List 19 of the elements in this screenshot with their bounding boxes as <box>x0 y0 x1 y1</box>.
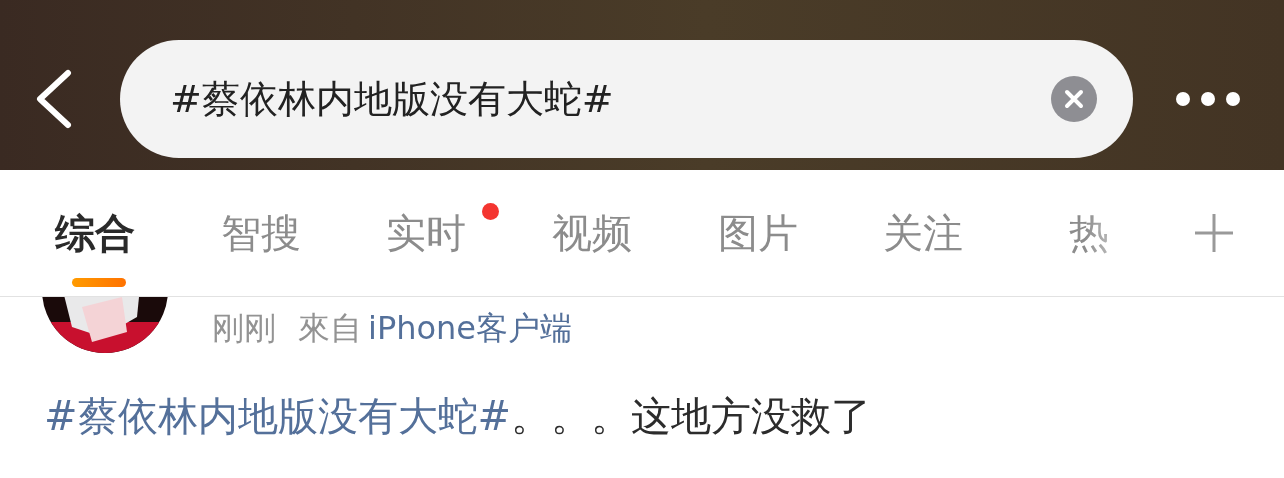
plus-icon[interactable] <box>1194 213 1234 253</box>
hashtag-link[interactable]: #蔡依林内地版没有大蛇# <box>44 393 512 439</box>
tab[interactable]: 热 <box>1006 170 1173 296</box>
tab[interactable]: 实时 <box>343 170 510 296</box>
tab[interactable]: 图片 <box>674 170 841 296</box>
search-bar[interactable]: #蔡依林内地版没有大蛇# <box>120 40 1133 158</box>
back-icon[interactable] <box>34 69 74 129</box>
tab[interactable]: 综合 <box>12 170 178 296</box>
tab[interactable]: 智搜 <box>177 170 344 296</box>
source-link[interactable]: iPhone客户端 <box>368 307 572 351</box>
post-text: #蔡依林内地版没有大蛇#。。。这地方没救了 <box>44 392 872 441</box>
more-icon[interactable] <box>1175 91 1241 107</box>
tab[interactable]: 关注 <box>840 170 1007 296</box>
post-time: 刚刚 <box>212 308 276 349</box>
clear-icon[interactable] <box>1051 76 1097 122</box>
search-field[interactable]: #蔡依林内地版没有大蛇# <box>168 76 1051 122</box>
source-label: 來自 <box>298 308 362 349</box>
tab[interactable]: 视频 <box>509 170 675 296</box>
active-tab-indicator <box>72 278 126 287</box>
